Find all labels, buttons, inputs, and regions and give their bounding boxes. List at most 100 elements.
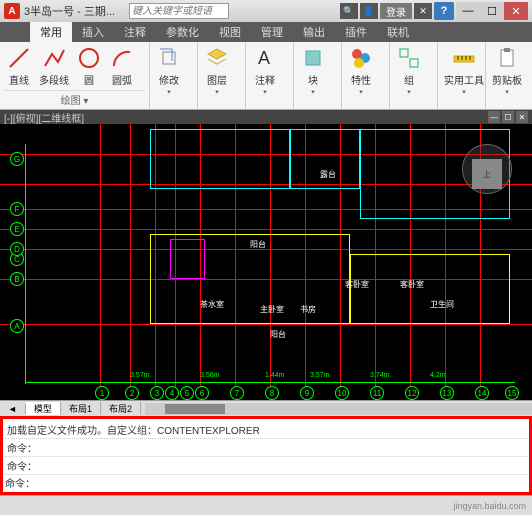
properties-button[interactable]: 特性▾ [346,44,376,97]
axis-bubble: 11 [370,386,384,400]
dimension-label: 3.56m [200,372,219,379]
utilities-button[interactable]: 实用工具▾ [442,44,486,97]
room-label: 客卧室 [400,279,424,290]
annotate-button[interactable]: A注释▾ [250,44,280,97]
axis-bubble: 8 [265,386,279,400]
tab-view[interactable]: 视图 [209,22,251,42]
doc-close-button[interactable]: ✕ [516,111,528,123]
axis-bubble: 2 [125,386,139,400]
chevron-down-icon: ▾ [263,88,267,96]
close-button[interactable]: ✕ [504,2,528,20]
tab-parametric[interactable]: 参数化 [156,22,209,42]
axis-bubble: F [10,202,24,216]
measure-icon [451,45,477,71]
ribbon-body: 直线 多段线 圆 圆弧 绘图 ▾ 修改▾ 图层▾ A注释▾ 块▾ 特性▾ 组▾ … [0,42,532,110]
horizontal-scrollbar[interactable] [145,403,532,415]
room-outline [290,129,360,189]
layers-button[interactable]: 图层▾ [202,44,232,97]
tab-insert[interactable]: 插入 [72,22,114,42]
search-input[interactable] [129,3,229,19]
login-button[interactable]: 登录 [380,3,412,19]
axis-bubble: B [10,272,24,286]
clipboard-button[interactable]: 剪贴板▾ [490,44,524,97]
room-outline [150,129,290,189]
axis-bubble: 10 [335,386,349,400]
axis-bubble: E [10,222,24,236]
axis-bubble: 7 [230,386,244,400]
axis-bubble: 15 [505,386,519,400]
text-icon: A [252,45,278,71]
arc-icon [109,45,135,71]
group-icon [396,45,422,71]
layout-tab-2[interactable]: 布局2 [101,402,141,415]
view-cube[interactable]: 上 [472,159,502,189]
room-label: 卫生间 [430,299,454,310]
room-label: 阳台 [250,239,266,250]
command-history-line: 命令： [5,457,527,475]
chevron-down-icon: ▾ [505,88,509,96]
status-bar: jingyan.baidu.com [0,495,532,515]
command-window[interactable]: 加载自定义文件成功。自定义组：CONTENTEXPLORER 命令： 命令： 命… [0,416,532,495]
dimension-label: 4.2m [430,372,446,379]
doc-maximize-button[interactable]: ☐ [502,111,514,123]
room-label: 露台 [320,169,336,180]
user-icon[interactable]: 👤 [360,3,378,19]
block-button[interactable]: 块▾ [298,44,328,97]
axis-bubble: G [10,152,24,166]
axis-bubble: 6 [195,386,209,400]
dimension-label: 3.74m [370,372,389,379]
room-outline [170,239,205,279]
tab-plugins[interactable]: 插件 [335,22,377,42]
scroll-thumb[interactable] [165,404,225,414]
doc-minimize-button[interactable]: — [488,111,500,123]
svg-text:A: A [258,48,270,68]
room-label: 客卧室 [345,279,369,290]
chevron-down-icon: ▾ [407,88,411,96]
tab-annotate[interactable]: 注释 [114,22,156,42]
tab-home[interactable]: 常用 [30,22,72,42]
arc-button[interactable]: 圆弧 [107,44,137,88]
tab-online[interactable]: 联机 [377,22,419,42]
command-prompt: 命令： [5,475,35,490]
axis-bubble: 4 [165,386,179,400]
chevron-down-icon: ▾ [215,88,219,96]
tab-manage[interactable]: 管理 [251,22,293,42]
drawing-viewport[interactable]: [-][俯视][二维线框] — ☐ ✕ A B C D E F G 1 2 3 [0,110,532,400]
statusbar-watermark: jingyan.baidu.com [451,501,528,511]
minimize-button[interactable]: — [456,2,480,20]
line-button[interactable]: 直线 [4,44,34,88]
app-icon[interactable]: A [4,3,20,19]
modify-button[interactable]: 修改▾ [154,44,184,97]
chevron-down-icon: ▾ [311,88,315,96]
room-label: 主卧室 [260,304,284,315]
group-button[interactable]: 组▾ [394,44,424,97]
room-label: 阳台 [270,329,286,340]
viewport-label[interactable]: [-][俯视][二维线框] [4,110,84,125]
help-icon[interactable]: ? [434,2,454,20]
layout-tab-1[interactable]: 布局1 [61,402,101,415]
room-outline [350,254,510,324]
clipboard-icon [494,45,520,71]
layout-tab-model[interactable]: 模型 [26,402,61,415]
tab-output[interactable]: 输出 [293,22,335,42]
room-label: 书房 [300,304,316,315]
maximize-button[interactable]: ☐ [480,2,504,20]
exchange-icon[interactable]: ✕ [414,3,432,19]
circle-button[interactable]: 圆 [74,44,104,88]
layers-icon [204,45,230,71]
polyline-button[interactable]: 多段线 [37,44,71,88]
axis-bubble: A [10,319,24,333]
room-label: 茶水室 [200,299,224,310]
command-input[interactable] [35,476,527,489]
layout-nav-prev[interactable]: ◄ [0,404,26,414]
cad-canvas[interactable]: A B C D E F G 1 2 3 4 5 6 7 8 9 10 11 12… [0,124,532,400]
search-icon[interactable]: 🔍 [340,3,358,19]
document-title: 3半岛一号 - 三期... [24,3,115,19]
modify-icon [156,45,182,71]
command-history-line: 命令： [5,439,527,457]
chevron-down-icon: ▾ [359,88,363,96]
command-history-line: 加载自定义文件成功。自定义组：CONTENTEXPLORER [5,421,527,439]
viewport-label-bar: [-][俯视][二维线框] — ☐ ✕ [0,110,532,124]
panel-draw-label[interactable]: 绘图 ▾ [4,90,145,107]
dimension-label: 3.57m [130,372,149,379]
